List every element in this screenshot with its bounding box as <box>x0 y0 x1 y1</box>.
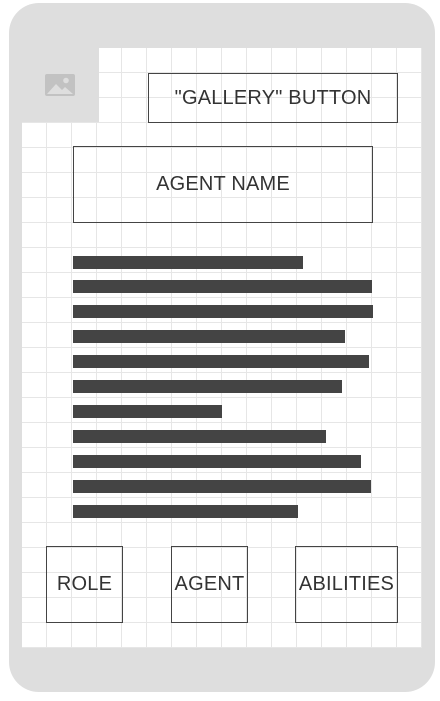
description-line <box>73 256 303 269</box>
description-line <box>73 355 369 368</box>
gallery-button[interactable]: "GALLERY" BUTTON <box>148 73 398 123</box>
tab-role[interactable]: ROLE <box>46 546 123 623</box>
description-line <box>73 380 342 393</box>
tab-agent[interactable]: AGENT <box>171 546 248 623</box>
description-line <box>73 480 371 493</box>
description-line <box>73 305 373 318</box>
description-line <box>73 455 361 468</box>
agent-name: AGENT NAME <box>73 146 373 223</box>
description-line <box>73 330 345 343</box>
description-line <box>73 280 372 293</box>
tab-abilities[interactable]: ABILITIES <box>295 546 398 623</box>
description-line <box>73 405 222 418</box>
description-line <box>73 505 298 518</box>
description-line <box>73 430 326 443</box>
image-icon <box>45 74 75 96</box>
